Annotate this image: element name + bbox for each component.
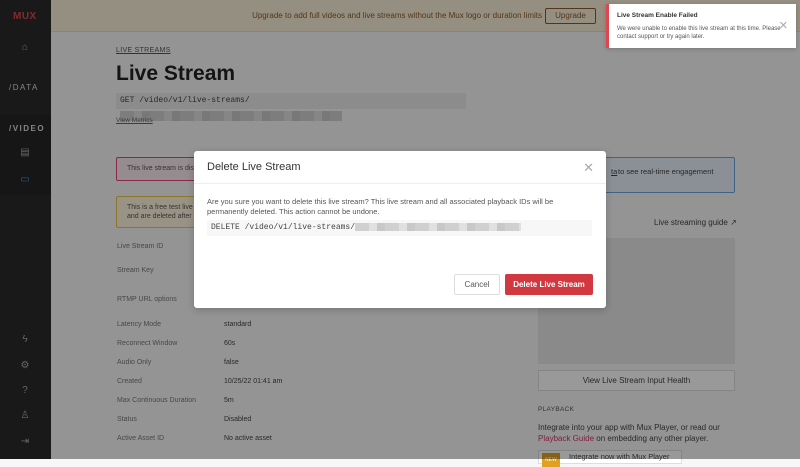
toast-message: We were unable to enable this live strea… xyxy=(617,26,781,40)
dialog-message: Are you sure you want to delete this liv… xyxy=(207,197,554,216)
toast-title: Live Stream Enable Failed xyxy=(617,12,698,19)
redacted-id xyxy=(355,222,522,231)
close-icon[interactable]: ✕ xyxy=(779,19,788,32)
dialog-title: Delete Live Stream xyxy=(194,151,606,184)
delete-request-text: DELETE /video/v1/live-streams/ xyxy=(211,223,356,232)
close-icon[interactable]: ✕ xyxy=(583,160,594,176)
cancel-button[interactable]: Cancel xyxy=(454,274,500,295)
delete-live-stream-button[interactable]: Delete Live Stream xyxy=(505,274,593,295)
error-toast: Live Stream Enable Failed We were unable… xyxy=(606,4,796,48)
delete-live-stream-dialog: Delete Live Stream ✕ Are you sure you wa… xyxy=(194,151,606,308)
delete-request: DELETE /video/v1/live-streams/ xyxy=(207,220,592,236)
